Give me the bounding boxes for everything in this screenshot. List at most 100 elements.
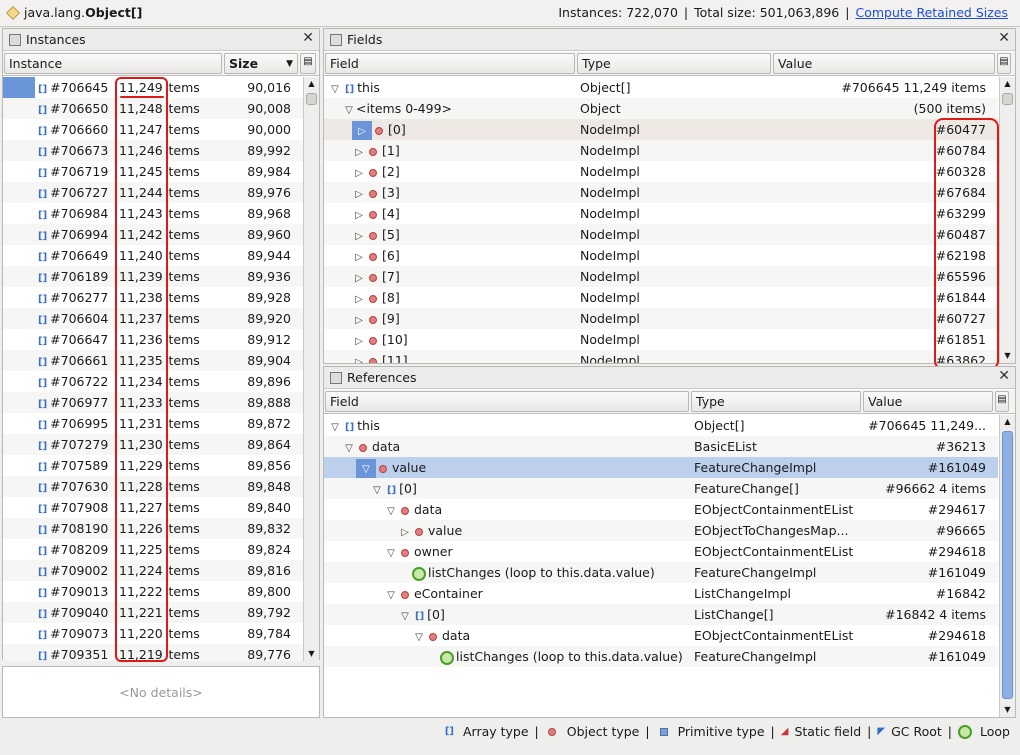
tree-row-element[interactable]: ▷ [2] NodeImpl #60328	[324, 161, 998, 182]
object-type-icon	[401, 548, 409, 557]
instance-id: #708190	[50, 521, 109, 536]
column-instance[interactable]: Instance	[4, 53, 222, 74]
scroll-up-icon[interactable]: ▲	[1000, 77, 1015, 91]
tree-row-element[interactable]: ▷ [3] NodeImpl #67684	[324, 182, 998, 203]
references-scrollbar[interactable]: ▲ ▼	[999, 415, 1015, 717]
instance-item-unit: items	[165, 185, 200, 200]
reference-row[interactable]: ▽[] [0] FeatureChange[] #96662 4 items	[324, 478, 998, 499]
scroll-thumb[interactable]	[306, 93, 317, 105]
expand-open-icon[interactable]: ▽	[328, 79, 342, 98]
reference-row[interactable]: ▽[] this Object[] #706645 11,249...	[324, 415, 998, 436]
column-field[interactable]: Field	[325, 391, 689, 412]
reference-row[interactable]: ▽ data EObjectContainmentEList #294618	[324, 625, 998, 646]
tree-row-element[interactable]: ▷ [11] NodeImpl #63862	[324, 350, 998, 363]
expand-closed-icon[interactable]: ▷	[352, 163, 366, 182]
scroll-thumb[interactable]	[1002, 431, 1013, 699]
column-chooser-icon[interactable]: ▤	[997, 53, 1011, 74]
fields-scrollbar[interactable]: ▲ ▼	[999, 77, 1015, 363]
expand-closed-icon[interactable]: ▷	[352, 121, 372, 140]
object-type-icon	[429, 632, 437, 641]
reference-row[interactable]: listChanges (loop to this.data.value) Fea…	[324, 646, 998, 667]
scroll-up-icon[interactable]: ▲	[304, 77, 319, 91]
column-field[interactable]: Field	[325, 53, 575, 74]
expand-open-icon[interactable]: ▽	[384, 543, 398, 562]
expand-closed-icon[interactable]: ▷	[352, 205, 366, 224]
expand-open-icon[interactable]: ▽	[398, 606, 412, 625]
scroll-down-icon[interactable]: ▼	[1000, 703, 1015, 717]
field-type: NodeImpl	[580, 353, 640, 363]
reference-row[interactable]: ▷ value EObjectToChangesMap... #96665	[324, 520, 998, 541]
expand-open-icon[interactable]: ▽	[384, 501, 398, 520]
expand-open-icon[interactable]: ▽	[328, 417, 342, 436]
array-type-icon: []	[38, 651, 48, 661]
scroll-down-icon[interactable]: ▼	[1000, 349, 1015, 363]
field-type: BasicEList	[694, 439, 757, 454]
instance-item-unit: items	[165, 353, 200, 368]
expand-open-icon[interactable]: ▽	[412, 627, 426, 646]
field-name: [7]	[382, 269, 400, 284]
reference-row[interactable]: ▽ owner EObjectContainmentEList #294618	[324, 541, 998, 562]
field-name: [5]	[382, 227, 400, 242]
field-type: FeatureChangeImpl	[694, 460, 817, 475]
scroll-thumb[interactable]	[1002, 93, 1013, 105]
reference-row[interactable]: listChanges (loop to this.data.value) Fea…	[324, 562, 998, 583]
field-type: EObjectContainmentEList	[694, 544, 854, 559]
expand-closed-icon[interactable]: ▷	[352, 268, 366, 287]
tree-row-element[interactable]: ▷ [0] NodeImpl #60477	[324, 119, 998, 140]
scroll-down-icon[interactable]: ▼	[304, 647, 319, 661]
expand-open-icon[interactable]: ▽	[342, 438, 356, 457]
reference-row[interactable]: ▽ eContainer ListChangeImpl #16842	[324, 583, 998, 604]
expand-closed-icon[interactable]: ▷	[352, 184, 366, 203]
instance-id: #706994	[50, 227, 109, 242]
instances-scrollbar[interactable]: ▲ ▼	[303, 77, 319, 661]
expand-closed-icon[interactable]: ▷	[352, 331, 366, 350]
instance-item-unit: items	[165, 626, 200, 641]
expand-closed-icon[interactable]: ▷	[352, 142, 366, 161]
tree-row-this[interactable]: ▽[] this Object[] #706645 11,249 items	[324, 77, 998, 98]
column-value[interactable]: Value	[773, 53, 995, 74]
column-value[interactable]: Value	[863, 391, 993, 412]
expand-closed-icon[interactable]: ▷	[398, 522, 412, 541]
column-chooser-icon[interactable]: ▤	[995, 391, 1009, 412]
field-name: [0]	[388, 122, 406, 137]
tree-row-element[interactable]: ▷ [7] NodeImpl #65596	[324, 266, 998, 287]
instance-size: 89,816	[247, 563, 291, 578]
fields-panel: Fields ✕ Field Type Value ▤ ▽[] this Obje…	[323, 28, 1016, 364]
tree-row-items-group[interactable]: ▽ <items 0-499> Object (500 items)	[324, 98, 998, 119]
column-type[interactable]: Type	[577, 53, 771, 74]
expand-closed-icon[interactable]: ▷	[352, 226, 366, 245]
reference-row[interactable]: ▽ data EObjectContainmentEList #294617	[324, 499, 998, 520]
tree-row-element[interactable]: ▷ [1] NodeImpl #60784	[324, 140, 998, 161]
expand-open-icon[interactable]: ▽	[342, 100, 356, 119]
close-icon[interactable]: ✕	[998, 368, 1010, 384]
expand-open-icon[interactable]: ▽	[384, 585, 398, 604]
instance-size: 89,832	[247, 521, 291, 536]
tree-row-element[interactable]: ▷ [8] NodeImpl #61844	[324, 287, 998, 308]
tree-row-element[interactable]: ▷ [9] NodeImpl #60727	[324, 308, 998, 329]
expand-open-icon[interactable]: ▽	[356, 459, 376, 478]
separator: |	[867, 724, 872, 739]
tree-row-element[interactable]: ▷ [4] NodeImpl #63299	[324, 203, 998, 224]
expand-closed-icon[interactable]: ▷	[352, 289, 366, 308]
close-icon[interactable]: ✕	[302, 30, 314, 46]
tree-row-element[interactable]: ▷ [5] NodeImpl #60487	[324, 224, 998, 245]
tree-row-element[interactable]: ▷ [10] NodeImpl #61851	[324, 329, 998, 350]
compute-retained-sizes-link[interactable]: Compute Retained Sizes	[855, 5, 1008, 20]
array-type-icon: []	[387, 485, 397, 496]
scroll-up-icon[interactable]: ▲	[1000, 415, 1015, 429]
expand-closed-icon[interactable]: ▷	[352, 310, 366, 329]
expand-closed-icon[interactable]: ▷	[352, 247, 366, 266]
expand-open-icon[interactable]: ▽	[370, 480, 384, 499]
reference-row[interactable]: ▽ data BasicEList #36213	[324, 436, 998, 457]
references-column-header: Field Type Value ▤	[324, 390, 1015, 414]
expand-closed-icon[interactable]: ▷	[352, 352, 366, 363]
tree-row-element[interactable]: ▷ [6] NodeImpl #62198	[324, 245, 998, 266]
column-size[interactable]: Size ▼	[224, 53, 298, 74]
column-type[interactable]: Type	[691, 391, 861, 412]
object-type-icon	[369, 210, 377, 219]
instance-size: 89,936	[247, 269, 291, 284]
column-chooser-icon[interactable]: ▤	[300, 53, 316, 74]
close-icon[interactable]: ✕	[998, 30, 1010, 46]
reference-row[interactable]: ▽[] [0] ListChange[] #16842 4 items	[324, 604, 998, 625]
reference-row[interactable]: ▽ value FeatureChangeImpl #161049	[324, 457, 998, 478]
